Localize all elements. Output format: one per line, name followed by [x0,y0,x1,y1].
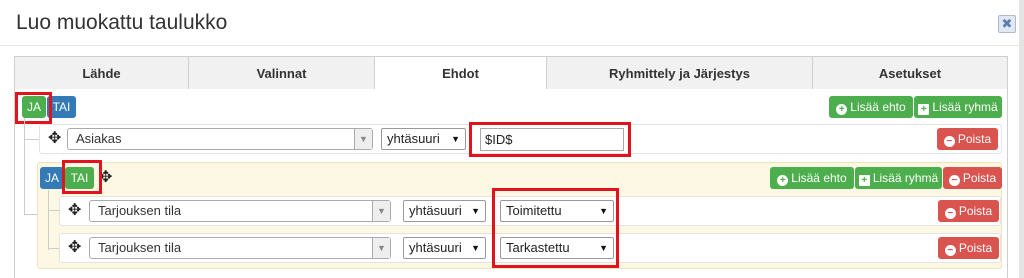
dialog-title: Luo muokattu taulukko [16,11,228,34]
add-rule-label: Lisää ehto [791,171,847,185]
minus-circle-icon: − [944,245,956,256]
highlight-box [62,160,102,194]
tree-line [24,214,37,215]
delete-label: Poista [958,204,993,218]
delete-label: Poista [957,132,992,146]
chevron-down-icon: ▼ [471,243,480,253]
delete-rule-button[interactable]: − Poista [938,200,999,222]
tab-asetukset[interactable]: Asetukset [813,57,1007,90]
plus-square-icon: + [858,175,870,186]
chevron-down-icon: ▼ [354,129,372,149]
tab-bar: Lähde Valinnat Ehdot Ryhmittely ja Järje… [14,56,1008,91]
operator-value: yhtäsuuri [409,203,462,218]
plus-circle-icon: + [836,104,848,115]
dialog: Luo muokattu taulukko ✖ Lähde Valinnat E… [0,0,1024,278]
field-value: Tarjouksen tila [98,203,182,218]
tab-valinnat[interactable]: Valinnat [189,57,375,90]
move-icon[interactable]: ✥ [48,131,61,147]
operator-select[interactable]: yhtäsuuri ▼ [403,200,486,222]
field-value: Asiakas [76,131,122,146]
operator-value: yhtäsuuri [387,131,440,146]
delete-group-button[interactable]: − Poista [943,167,1002,189]
minus-circle-icon: − [943,136,955,147]
root-add-group-button[interactable]: + Lisää ryhmä [914,96,1002,118]
group-add-rule-button[interactable]: + Lisää ehto [770,167,854,189]
field-value: Tarjouksen tila [98,240,182,255]
tab-ryhmittely[interactable]: Ryhmittely ja Järjestys [547,57,813,90]
close-button[interactable]: ✖ [998,15,1016,33]
plus-circle-icon: + [777,175,789,186]
group-and-button[interactable]: JA [40,167,64,189]
minus-circle-icon: − [948,175,960,186]
field-select[interactable]: Tarjouksen tila ▼ [89,237,391,259]
tab-lahde[interactable]: Lähde [15,57,189,90]
operator-value: yhtäsuuri [409,240,462,255]
tab-ehdot[interactable]: Ehdot [375,57,547,91]
field-select[interactable]: Asiakas ▼ [67,128,373,150]
minus-circle-icon: − [944,208,956,219]
dialog-edge [1019,0,1024,278]
operator-select[interactable]: yhtäsuuri ▼ [403,237,486,259]
header-divider [0,45,1019,46]
move-icon[interactable]: ✥ [68,240,81,256]
delete-rule-button[interactable]: − Poista [938,237,999,259]
add-group-label: Lisää ryhmä [932,100,998,114]
move-icon[interactable]: ✥ [68,203,81,219]
chevron-down-icon: ▼ [451,134,460,144]
tree-line [24,118,25,214]
chevron-down-icon: ▼ [471,206,480,216]
plus-square-icon: + [918,104,930,115]
highlight-box [15,92,52,124]
chevron-down-icon: ▼ [372,238,390,258]
chevron-down-icon: ▼ [372,201,390,221]
highlight-box [492,188,619,268]
delete-label: Poista [962,171,997,185]
operator-select[interactable]: yhtäsuuri ▼ [381,128,466,150]
tree-line [48,190,49,250]
delete-label: Poista [958,241,993,255]
group-add-group-button[interactable]: + Lisää ryhmä [855,167,942,189]
delete-rule-button[interactable]: − Poista [937,128,998,150]
tree-line [24,139,40,140]
add-group-label: Lisää ryhmä [872,171,939,185]
field-select[interactable]: Tarjouksen tila ▼ [89,200,391,222]
highlight-box [469,122,631,157]
add-rule-label: Lisää ehto [850,100,906,114]
root-add-rule-button[interactable]: + Lisää ehto [829,96,913,118]
